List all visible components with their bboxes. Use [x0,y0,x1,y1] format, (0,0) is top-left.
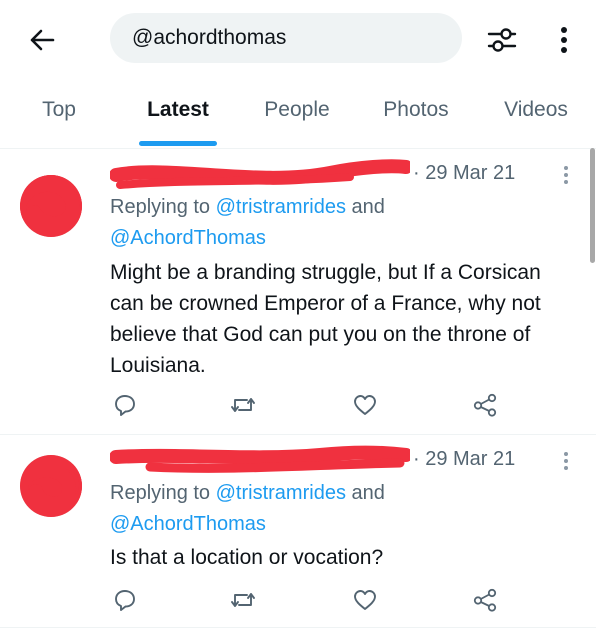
mention-link[interactable]: @tristramrides [216,482,346,504]
share-nodes-icon [473,588,497,612]
scrollbar[interactable] [590,148,595,263]
sliders-icon [487,28,517,52]
heart-icon [354,590,376,610]
heart-icon [354,395,376,415]
reply-button[interactable] [110,585,140,615]
mention-link[interactable]: @AchordThomas [110,227,266,249]
tab-videos[interactable]: Videos [504,98,568,122]
vertical-dots-icon [561,27,567,53]
tweet-divider [0,627,596,628]
retweet-icon [231,398,255,412]
tweet-timestamp[interactable]: · 29 Mar 21 [413,162,515,185]
tweet-menu-button[interactable] [556,163,576,187]
back-button[interactable] [22,20,62,60]
speech-bubble-icon [115,395,135,416]
replying-to: Replying to @tristramrides and @AchordTho… [110,192,440,254]
tweet-text: Is that a location or vocation? [110,546,384,569]
search-input[interactable]: @achordthomas [110,13,462,63]
tab-top[interactable]: Top [42,98,76,122]
share-nodes-icon [473,393,497,417]
retweet-icon [231,593,255,607]
share-button[interactable] [470,585,500,615]
more-options-button[interactable] [548,20,580,60]
search-tabs: Top Latest People Photos Videos [0,88,596,148]
share-button[interactable] [470,390,500,420]
avatar[interactable] [20,175,82,237]
speech-bubble-icon [115,590,135,611]
top-bar: @achordthomas [0,0,596,80]
vertical-dots-icon [564,166,568,184]
redaction-scribble [20,455,82,517]
tab-latest[interactable]: Latest [147,98,209,122]
retweet-button[interactable] [228,390,258,420]
mention-link[interactable]: @tristramrides [216,196,346,218]
vertical-dots-icon [564,452,568,470]
tweet-actions [110,390,510,420]
tweet-card[interactable]: · 29 Mar 21 Replying to @tristramrides a… [0,149,596,434]
replying-prefix: Replying to [110,482,216,504]
tweet-actions [110,585,510,615]
replying-to: Replying to @tristramrides and @AchordTho… [110,478,440,540]
tab-photos[interactable]: Photos [383,98,448,122]
like-button[interactable] [350,585,380,615]
like-button[interactable] [350,390,380,420]
search-filter-button[interactable] [482,20,522,60]
replying-and: and [345,482,385,504]
tweet-menu-button[interactable] [556,449,576,473]
tweet-timestamp[interactable]: · 29 Mar 21 [413,448,515,471]
redacted-username [110,445,410,473]
search-query: @achordthomas [132,26,287,49]
active-tab-indicator [139,141,217,146]
arrow-left-icon [30,29,55,51]
retweet-button[interactable] [228,585,258,615]
avatar[interactable] [20,455,82,517]
tweet-text: Might be a branding struggle, but If a C… [110,261,541,377]
tab-people[interactable]: People [264,98,329,122]
redacted-username [110,159,410,189]
mention-link[interactable]: @AchordThomas [110,513,266,535]
replying-prefix: Replying to [110,196,216,218]
replying-and: and [345,196,385,218]
tweet-card[interactable]: · 29 Mar 21 Replying to @tristramrides a… [0,435,596,630]
redaction-scribble [20,175,82,237]
reply-button[interactable] [110,390,140,420]
